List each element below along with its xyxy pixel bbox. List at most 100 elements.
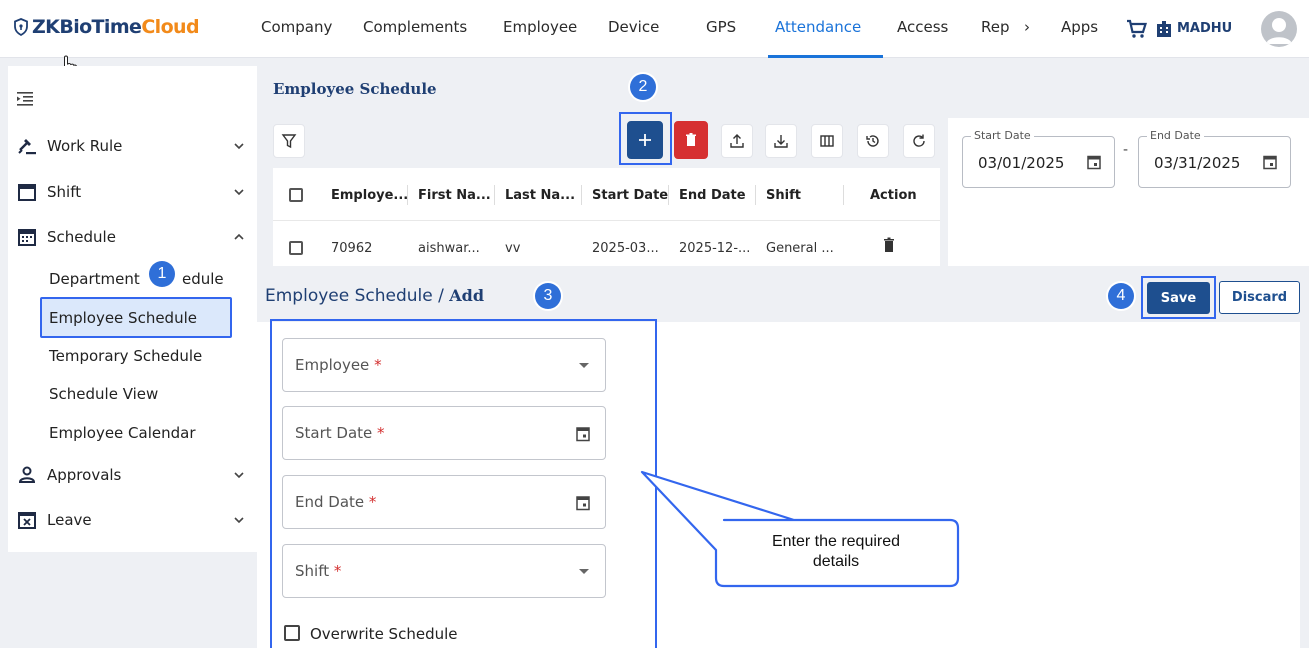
org-name[interactable]: MADHU	[1177, 21, 1232, 36]
gavel-icon	[18, 139, 36, 155]
callout-line-1: Enter the required	[771, 533, 901, 550]
cell-start-date: 2025-03...	[592, 241, 659, 256]
chevron-down-icon	[234, 143, 244, 150]
breadcrumb: Employee Schedule / Add	[265, 286, 484, 306]
column-header-last-name[interactable]: Last Na...	[505, 188, 575, 203]
logo-prefix: ZK	[32, 16, 60, 38]
sidebar-item-approvals[interactable]: Approvals	[17, 460, 247, 490]
active-nav-indicator	[768, 55, 883, 58]
calendar-icon[interactable]	[1262, 154, 1278, 170]
discard-button[interactable]: Discard	[1219, 281, 1300, 314]
row-checkbox[interactable]	[289, 241, 303, 255]
cell-end-date: 2025-12-...	[679, 241, 751, 256]
nav-employee[interactable]: Employee	[503, 18, 577, 36]
column-header-first-name[interactable]: First Na...	[418, 188, 491, 203]
logo-mid: BioTime	[59, 16, 142, 38]
building-icon	[1157, 21, 1171, 37]
form-highlight-box	[270, 319, 657, 648]
column-header-shift[interactable]: Shift	[766, 188, 801, 203]
end-date-filter-value: 03/31/2025	[1154, 154, 1241, 172]
history-button[interactable]	[857, 124, 889, 158]
columns-button[interactable]	[811, 124, 843, 158]
chevron-down-icon	[234, 517, 244, 524]
trash-icon	[686, 133, 696, 146]
sidebar-sub-schedule-view[interactable]: Schedule View	[49, 385, 158, 403]
breadcrumb-separator: /	[438, 286, 444, 306]
column-header-action: Action	[870, 188, 917, 203]
nav-access[interactable]: Access	[897, 18, 948, 36]
delete-button[interactable]	[674, 121, 708, 159]
export-button[interactable]	[721, 124, 753, 158]
column-header-end-date[interactable]: End Date	[679, 188, 746, 203]
start-date-filter-label: Start Date	[971, 129, 1034, 142]
breadcrumb-current: Add	[449, 286, 485, 305]
shield-icon	[14, 18, 28, 36]
sidebar-sub-department-left[interactable]: Department	[49, 270, 140, 288]
sidebar-item-label: Approvals	[47, 466, 122, 484]
callout-text: Enter the required details	[716, 532, 956, 572]
cell-first-name: aishwar...	[418, 241, 480, 256]
sidebar-item-label: Work Rule	[47, 137, 123, 155]
calendar-icon	[18, 184, 36, 201]
nav-company[interactable]: Company	[261, 18, 332, 36]
cell-shift: General ...	[766, 241, 834, 256]
refresh-button[interactable]	[903, 124, 935, 158]
column-divider	[843, 185, 844, 205]
collapse-menu-icon[interactable]	[17, 92, 33, 106]
page-title: Employee Schedule	[273, 80, 437, 98]
nav-apps[interactable]: Apps	[1061, 18, 1098, 36]
refresh-icon	[913, 134, 925, 147]
breadcrumb-parent[interactable]: Employee Schedule	[265, 286, 433, 306]
top-bar: ZK BioTime Cloud Company Complements Emplo…	[0, 0, 1309, 58]
save-button[interactable]: Save	[1147, 282, 1210, 314]
person-check-icon	[18, 466, 36, 483]
filter-button[interactable]	[273, 124, 305, 158]
calendar-icon[interactable]	[1086, 154, 1102, 170]
start-date-filter[interactable]: Start Date 03/01/2025	[962, 129, 1115, 188]
logo-suffix: Cloud	[141, 16, 199, 38]
end-date-filter-label: End Date	[1147, 129, 1204, 142]
history-icon	[866, 135, 879, 147]
sidebar-item-work-rule[interactable]: Work Rule	[17, 131, 247, 161]
download-icon	[774, 135, 788, 148]
calendar-grid-icon	[18, 229, 36, 246]
cell-last-name: vv	[505, 241, 521, 256]
sidebar-sub-department-right[interactable]: edule	[182, 270, 224, 288]
person-icon	[1266, 18, 1292, 44]
column-header-start-date[interactable]: Start Date	[592, 188, 668, 203]
callout-line-2: details	[812, 553, 860, 570]
column-divider	[581, 185, 582, 205]
nav-more-chevron[interactable]: ›	[1024, 18, 1030, 36]
sidebar-item-schedule[interactable]: Schedule	[17, 222, 247, 252]
end-date-filter[interactable]: End Date 03/31/2025	[1138, 129, 1291, 188]
columns-icon	[820, 135, 834, 147]
column-divider	[755, 185, 756, 205]
chevron-up-icon	[234, 233, 244, 240]
column-divider	[407, 185, 408, 205]
date-range-separator: -	[1123, 142, 1129, 158]
nav-reports[interactable]: Rep	[981, 18, 1010, 36]
sidebar-item-shift[interactable]: Shift	[17, 177, 247, 207]
upload-icon	[730, 134, 744, 148]
cart-icon[interactable]	[1126, 19, 1148, 39]
sidebar-sub-employee-calendar[interactable]: Employee Calendar	[49, 424, 196, 442]
column-header-employee[interactable]: Employe...	[331, 188, 408, 203]
user-avatar[interactable]	[1261, 11, 1297, 47]
sidebar-sub-employee-schedule[interactable]: Employee Schedule	[49, 309, 197, 327]
app-logo[interactable]: ZK BioTime Cloud	[13, 16, 200, 38]
step-badge-1: 1	[149, 261, 175, 287]
start-date-filter-value: 03/01/2025	[978, 154, 1065, 172]
sidebar-sub-temporary-schedule[interactable]: Temporary Schedule	[49, 347, 202, 365]
nav-device[interactable]: Device	[608, 18, 659, 36]
column-divider	[494, 185, 495, 205]
nav-gps[interactable]: GPS	[706, 18, 736, 36]
nav-attendance[interactable]: Attendance	[775, 18, 861, 36]
filter-icon	[281, 134, 297, 149]
row-delete-icon[interactable]	[883, 237, 895, 253]
import-button[interactable]	[765, 124, 797, 158]
nav-complements[interactable]: Complements	[363, 18, 467, 36]
sidebar-item-leave[interactable]: Leave	[17, 505, 247, 535]
table-divider	[273, 220, 940, 221]
chevron-down-icon	[234, 472, 244, 479]
select-all-checkbox[interactable]	[289, 188, 303, 202]
